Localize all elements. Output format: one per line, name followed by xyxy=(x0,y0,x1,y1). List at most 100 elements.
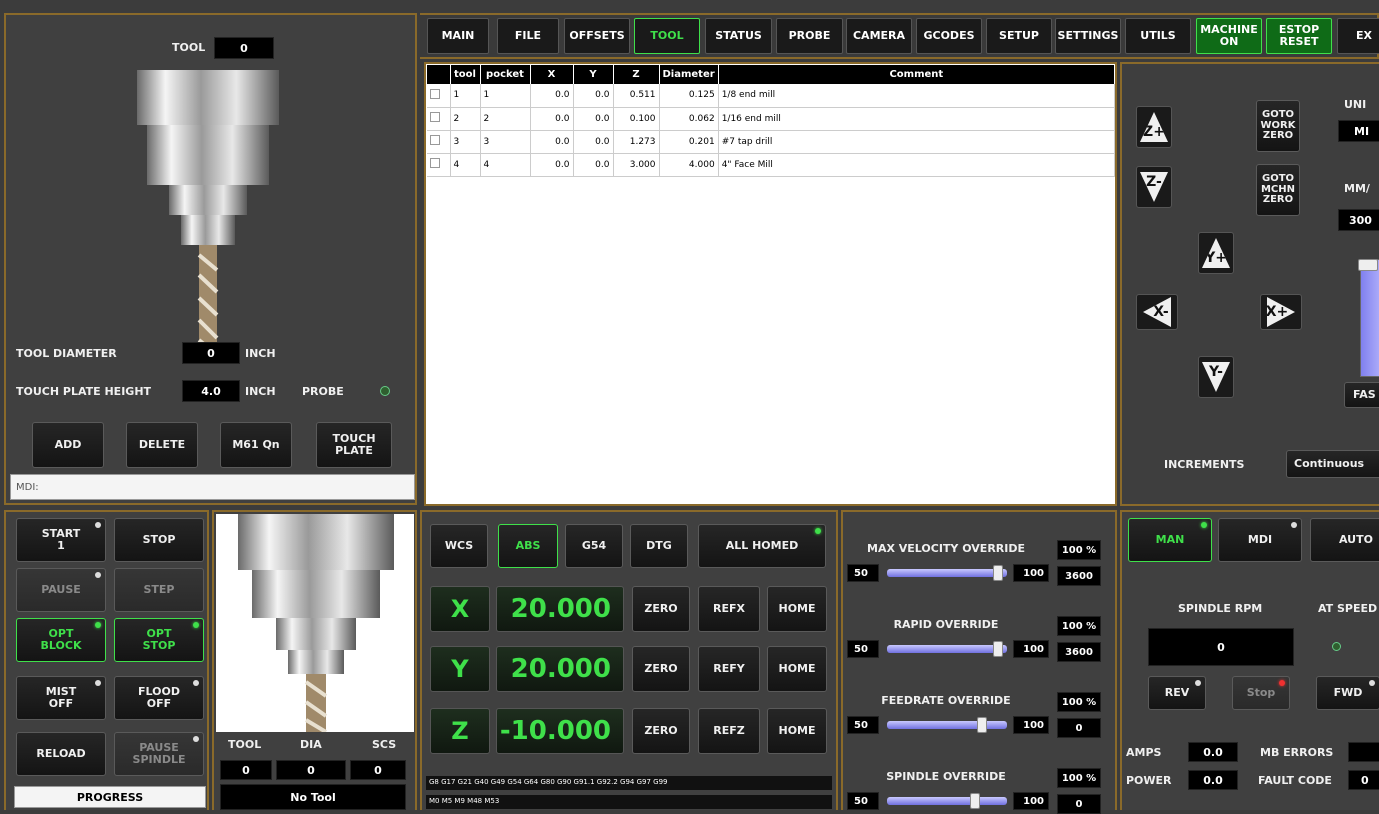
y-cell[interactable]: 0.0 xyxy=(573,130,614,154)
jog-y-plus-button[interactable]: Y+ xyxy=(1198,232,1234,274)
jog-rate-display[interactable]: 300 xyxy=(1338,209,1379,231)
row-checkbox[interactable] xyxy=(427,153,451,177)
column-header-y[interactable]: Y xyxy=(573,65,614,84)
tool-cell[interactable]: 2 xyxy=(450,107,481,131)
rapid-override-slider[interactable] xyxy=(887,645,1007,653)
spindle-reverse-button[interactable]: REV xyxy=(1148,676,1206,710)
z-cell[interactable]: 3.000 xyxy=(613,153,660,177)
diameter-cell[interactable]: 0.062 xyxy=(659,107,719,131)
jog-y-minus-button[interactable]: Y- xyxy=(1198,356,1234,398)
tool-cell[interactable]: 4 xyxy=(450,153,481,177)
tab-file[interactable]: FILE xyxy=(497,18,559,54)
tool-table[interactable]: tool pocket X Y Z Diameter Comment 1 1 0.0… xyxy=(427,65,1116,177)
m61-qn-button[interactable]: M61 Qn xyxy=(220,422,292,468)
pause-spindle-button[interactable]: PAUSE SPINDLE xyxy=(114,732,204,776)
comment-cell[interactable]: 1/8 end mill xyxy=(718,84,1116,108)
tab-setup[interactable]: SETUP xyxy=(986,18,1052,54)
tab-tool[interactable]: TOOL xyxy=(634,18,700,54)
max-velocity-override-slider-thumb[interactable] xyxy=(993,565,1003,581)
z-ref-button[interactable]: REFZ xyxy=(698,708,760,754)
tab-offsets[interactable]: OFFSETS xyxy=(564,18,630,54)
x-home-button[interactable]: HOME xyxy=(767,586,827,632)
row-checkbox[interactable] xyxy=(427,84,451,108)
pocket-cell[interactable]: 1 xyxy=(480,84,531,108)
tab-exit[interactable]: EX xyxy=(1337,18,1379,54)
mdi-mode-button[interactable]: MDI xyxy=(1218,518,1302,562)
tool-cell[interactable]: 1 xyxy=(450,84,481,108)
fast-jog-button[interactable]: FAS xyxy=(1344,382,1379,408)
table-row[interactable]: 4 4 0.0 0.0 3.000 4.000 4" Face Mill xyxy=(427,153,1116,177)
rapid-override-slider-thumb[interactable] xyxy=(993,641,1003,657)
opt-block-button[interactable]: OPT BLOCK xyxy=(16,618,106,662)
diameter-cell[interactable]: 0.125 xyxy=(659,84,719,108)
feedrate-override-slider-thumb[interactable] xyxy=(977,717,987,733)
x-cell[interactable]: 0.0 xyxy=(530,153,574,177)
tab-status[interactable]: STATUS xyxy=(705,18,772,54)
tab-utils[interactable]: UTILS xyxy=(1125,18,1191,54)
row-checkbox[interactable] xyxy=(427,107,451,131)
table-row[interactable]: 3 3 0.0 0.0 1.273 0.201 #7 tap drill xyxy=(427,130,1116,154)
column-header-tool[interactable]: tool xyxy=(450,65,481,84)
table-row[interactable]: 2 2 0.0 0.0 0.100 0.062 1/16 end mill xyxy=(427,107,1116,131)
comment-cell[interactable]: 1/16 end mill xyxy=(718,107,1116,131)
mdi-input[interactable]: MDI: xyxy=(10,474,415,500)
z-cell[interactable]: 0.100 xyxy=(613,107,660,131)
x-cell[interactable]: 0.0 xyxy=(530,84,574,108)
tab-gcodes[interactable]: GCODES xyxy=(916,18,982,54)
spindle-forward-button[interactable]: FWD xyxy=(1316,676,1379,710)
column-header-x[interactable]: X xyxy=(530,65,574,84)
row-checkbox-icon[interactable] xyxy=(430,88,440,99)
table-row[interactable]: 1 1 0.0 0.0 0.511 0.125 1/8 end mill xyxy=(427,84,1116,108)
stop-button[interactable]: STOP xyxy=(114,518,204,562)
row-checkbox-icon[interactable] xyxy=(430,135,440,145)
y-home-button[interactable]: HOME xyxy=(767,646,827,692)
auto-mode-button[interactable]: AUTO xyxy=(1310,518,1379,562)
units-display[interactable]: MI xyxy=(1338,120,1379,142)
increments-dropdown[interactable]: Continuous xyxy=(1286,450,1379,478)
pocket-cell[interactable]: 3 xyxy=(480,130,531,154)
spindle-stop-button[interactable]: Stop xyxy=(1232,676,1290,710)
dtg-button[interactable]: DTG xyxy=(630,524,688,568)
jog-z-plus-button[interactable]: Z+ xyxy=(1136,106,1172,148)
y-zero-button[interactable]: ZERO xyxy=(632,646,690,692)
jog-x-plus-button[interactable]: X+ xyxy=(1260,294,1302,330)
row-checkbox-icon[interactable] xyxy=(430,112,440,122)
z-cell[interactable]: 0.511 xyxy=(613,84,660,108)
max-velocity-override-slider[interactable] xyxy=(887,569,1007,577)
tab-camera[interactable]: CAMERA xyxy=(846,18,912,54)
y-ref-button[interactable]: REFY xyxy=(698,646,760,692)
wcs-dropdown[interactable]: WCS xyxy=(430,524,488,568)
diameter-cell[interactable]: 4.000 xyxy=(659,153,719,177)
row-checkbox-icon[interactable] xyxy=(430,158,440,168)
jog-rate-slider-thumb[interactable] xyxy=(1358,259,1378,271)
column-header-z[interactable]: Z xyxy=(613,65,660,84)
tab-settings[interactable]: SETTINGS xyxy=(1055,18,1121,54)
machine-on-button[interactable]: MACHINE ON xyxy=(1196,18,1262,54)
jog-x-minus-button[interactable]: X- xyxy=(1136,294,1178,330)
y-cell[interactable]: 0.0 xyxy=(573,84,614,108)
add-tool-button[interactable]: ADD xyxy=(32,422,104,468)
goto-work-zero-button[interactable]: GOTO WORK ZERO xyxy=(1256,100,1300,152)
pocket-cell[interactable]: 4 xyxy=(480,153,531,177)
touch-plate-height-display[interactable]: 4.0 xyxy=(182,380,240,402)
touch-plate-button[interactable]: TOUCH PLATE xyxy=(316,422,392,468)
opt-stop-button[interactable]: OPT STOP xyxy=(114,618,204,662)
feedrate-override-slider[interactable] xyxy=(887,721,1007,729)
z-zero-button[interactable]: ZERO xyxy=(632,708,690,754)
z-cell[interactable]: 1.273 xyxy=(613,130,660,154)
pause-button[interactable]: PAUSE xyxy=(16,568,106,612)
estop-reset-button[interactable]: ESTOP RESET xyxy=(1266,18,1332,54)
diameter-cell[interactable]: 0.201 xyxy=(659,130,719,154)
x-cell[interactable]: 0.0 xyxy=(530,130,574,154)
all-homed-button[interactable]: ALL HOMED xyxy=(698,524,826,568)
g54-button[interactable]: G54 xyxy=(565,524,623,568)
comment-cell[interactable]: 4" Face Mill xyxy=(718,153,1116,177)
column-header-comment[interactable]: Comment xyxy=(718,65,1116,84)
tab-main[interactable]: MAIN xyxy=(427,18,489,54)
y-cell[interactable]: 0.0 xyxy=(573,153,614,177)
mist-button[interactable]: MIST OFF xyxy=(16,676,106,720)
reload-button[interactable]: RELOAD xyxy=(16,732,106,776)
flood-button[interactable]: FLOOD OFF xyxy=(114,676,204,720)
tool-cell[interactable]: 3 xyxy=(450,130,481,154)
jog-rate-slider[interactable] xyxy=(1360,259,1379,377)
